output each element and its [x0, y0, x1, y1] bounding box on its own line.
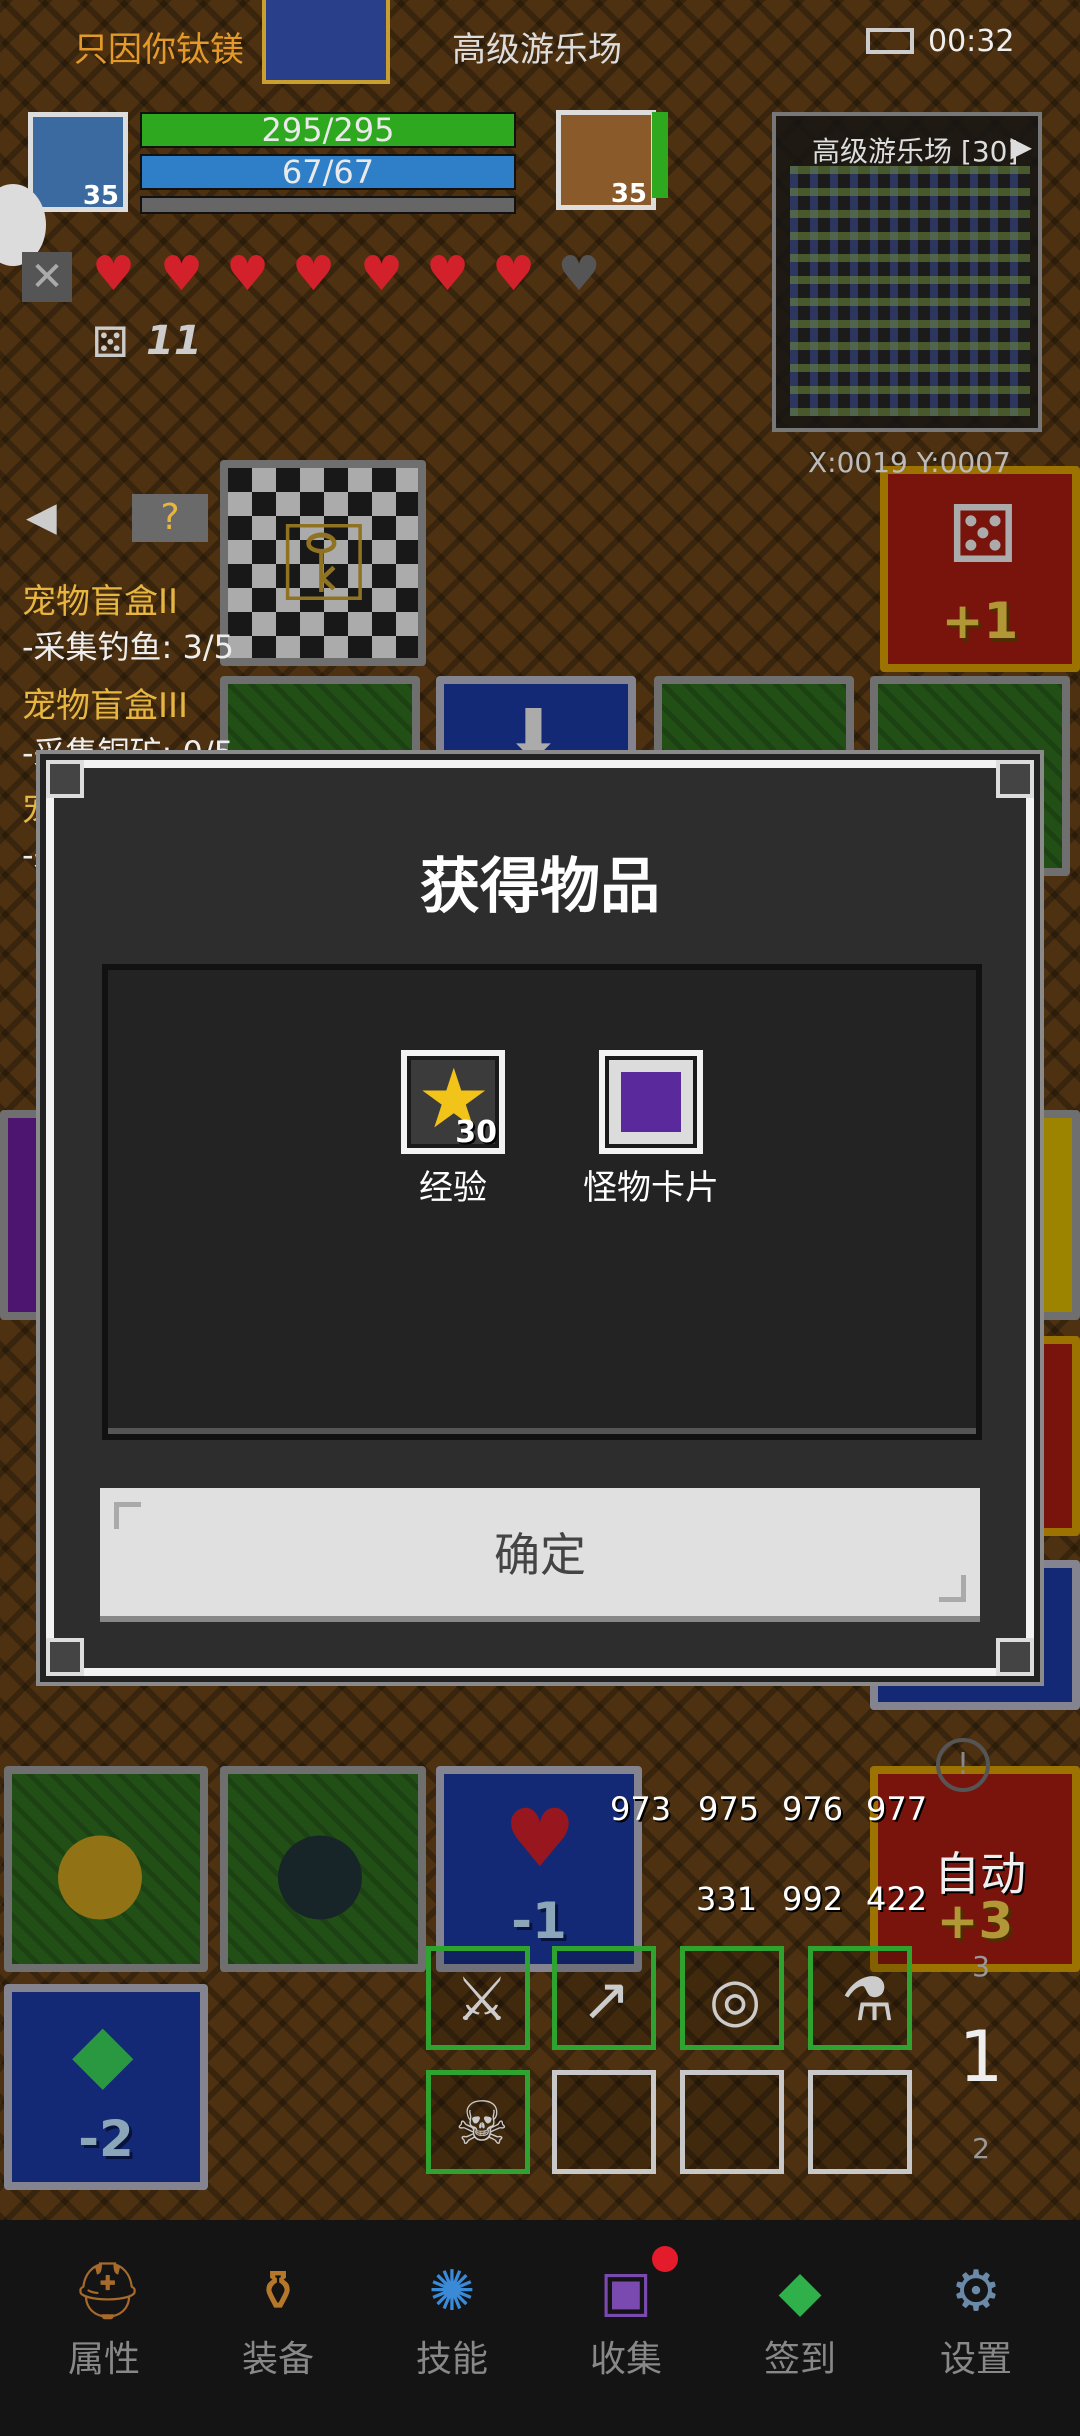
red-potion-count[interactable]: 422: [866, 1880, 927, 1918]
dialog-title: 获得物品: [420, 852, 660, 922]
player-avatar[interactable]: 35: [28, 112, 128, 212]
button-corner-notch: [939, 1575, 966, 1602]
nav-label: 设置: [939, 2339, 1012, 2380]
battery-icon: [866, 28, 914, 54]
collapse-arrow-icon[interactable]: ◀: [26, 494, 57, 540]
minimap-expand-icon[interactable]: ▶: [1010, 130, 1032, 163]
minimap-grid: [790, 166, 1030, 416]
nav-equipment[interactable]: ⚱ 装备: [208, 2260, 348, 2382]
dice-icon: ⚄: [92, 318, 129, 367]
red-potion-count[interactable]: 977: [866, 1790, 927, 1828]
dialog-corner: [46, 1638, 84, 1676]
heart-icon: ♥: [360, 246, 404, 302]
empty-skill-slot[interactable]: [552, 2070, 656, 2174]
speed-up-button[interactable]: 3: [946, 1950, 1016, 1983]
quest-detail: -采集钓鱼: 3/5: [22, 628, 235, 666]
heart-icon: ♥: [226, 246, 270, 302]
reward-item-monster-card[interactable]: 怪物卡片: [576, 1050, 726, 1209]
card-collection-icon: ▣: [599, 2259, 653, 2324]
close-icon[interactable]: ✕: [22, 252, 72, 302]
nav-attributes[interactable]: ⛑ 属性: [34, 2260, 174, 2382]
pet-level: 35: [610, 179, 647, 209]
quest-title[interactable]: 宠物盲盒III: [22, 678, 188, 727]
quest-title[interactable]: 宠物盲盒II: [22, 574, 178, 623]
nav-label: 收集: [589, 2339, 662, 2380]
item-slot: [599, 1050, 703, 1154]
notification-badge: [652, 2246, 678, 2272]
nav-label: 属性: [67, 2339, 140, 2380]
empty-skill-slot[interactable]: [680, 2070, 784, 2174]
red-potion-count[interactable]: 973: [610, 1790, 671, 1828]
player-level: 35: [82, 181, 119, 211]
treasure-chest-icon: [262, 0, 390, 84]
speed-value: 1: [958, 2016, 1004, 2098]
skill-slot-potion[interactable]: ⚗: [808, 1946, 912, 2050]
player-name: 只因你钛镁: [74, 30, 244, 70]
blue-potion-count[interactable]: 331: [696, 1880, 757, 1918]
potion-icon: ⚗: [841, 1965, 895, 2035]
hp-bar: 295/295: [140, 112, 516, 148]
nav-label: 签到: [763, 2339, 836, 2380]
dice-count: 11: [146, 318, 202, 364]
bag-icon: ⚱: [254, 2259, 302, 2324]
minimap-title: 高级游乐场 [30]: [812, 135, 1019, 168]
skill-slot-spear[interactable]: ↗: [552, 1946, 656, 2050]
info-icon[interactable]: !: [936, 1738, 990, 1792]
helmet-icon: ⛑: [72, 2259, 144, 2324]
heart-icon: ♥: [92, 246, 136, 302]
gem-icon: ◆: [778, 2259, 822, 2324]
item-slot: ★ 30: [401, 1050, 505, 1154]
item-name: 经验: [419, 1168, 487, 1208]
heart-icon: ♥: [160, 246, 204, 302]
skill-slot-sword[interactable]: ⚔: [426, 1946, 530, 2050]
horned-skull-icon: ☠: [455, 2089, 509, 2159]
confirm-label: 确定: [494, 1528, 586, 1582]
dialog-corner: [996, 1638, 1034, 1676]
heart-icon: ♥: [292, 246, 336, 302]
pet-hp-bar: [652, 112, 668, 198]
speed-down-button[interactable]: 2: [946, 2132, 1016, 2165]
skill-orb-icon: ✺: [428, 2259, 476, 2324]
reward-items-panel: ★ 30 经验 怪物卡片: [102, 964, 982, 1440]
exp-bar: [140, 196, 516, 214]
vortex-icon: ◎: [709, 1965, 762, 2035]
item-reward-dialog: 获得物品 ★ 30 经验 怪物卡片 确定: [46, 760, 1034, 1676]
button-corner-notch: [114, 1502, 141, 1529]
red-potion-count[interactable]: 992: [782, 1880, 843, 1918]
map-coordinates: X:0019 Y:0007: [808, 446, 1011, 479]
nav-label: 技能: [415, 2339, 488, 2380]
nav-collection[interactable]: ▣ 收集: [556, 2246, 696, 2382]
heart-empty-icon: ♥: [557, 246, 601, 302]
bottom-navigation: ⛑ 属性 ⚱ 装备 ✺ 技能 ▣ 收集 ◆ 签到 ⚙ 设置: [0, 2220, 1080, 2436]
clock: 00:32: [928, 24, 1015, 59]
nav-settings[interactable]: ⚙ 设置: [906, 2260, 1046, 2382]
pet-avatar[interactable]: 35: [556, 110, 656, 210]
monster-card-icon: [621, 1072, 681, 1132]
skill-slot-demon[interactable]: ☠: [426, 2070, 530, 2174]
skill-slot-vortex[interactable]: ◎: [680, 1946, 784, 2050]
red-potion-count[interactable]: 975: [698, 1790, 759, 1828]
nav-checkin[interactable]: ◆ 签到: [730, 2260, 870, 2382]
location-title: 高级游乐场: [452, 30, 622, 70]
heart-icon: ♥: [426, 246, 470, 302]
empty-skill-slot[interactable]: [808, 2070, 912, 2174]
heart-icon: ♥: [492, 246, 536, 302]
item-quantity: 30: [455, 1115, 497, 1150]
dialog-corner: [996, 760, 1034, 798]
reward-item-exp[interactable]: ★ 30 经验: [378, 1050, 528, 1209]
gear-icon: ⚙: [950, 2259, 1002, 2324]
nav-label: 装备: [241, 2339, 314, 2380]
red-potion-count[interactable]: 976: [782, 1790, 843, 1828]
nav-skills[interactable]: ✺ 技能: [382, 2260, 522, 2382]
item-name: 怪物卡片: [583, 1168, 719, 1208]
spear-icon: ↗: [581, 1965, 632, 2035]
confirm-button[interactable]: 确定: [100, 1488, 980, 1622]
minimap[interactable]: 高级游乐场 [30] ▶: [772, 112, 1042, 432]
mp-bar: 67/67: [140, 154, 516, 190]
sword-icon: ⚔: [455, 1965, 509, 2035]
dialog-corner: [46, 760, 84, 798]
help-icon[interactable]: ?: [132, 494, 208, 542]
auto-button[interactable]: 自动: [934, 1838, 1026, 1904]
